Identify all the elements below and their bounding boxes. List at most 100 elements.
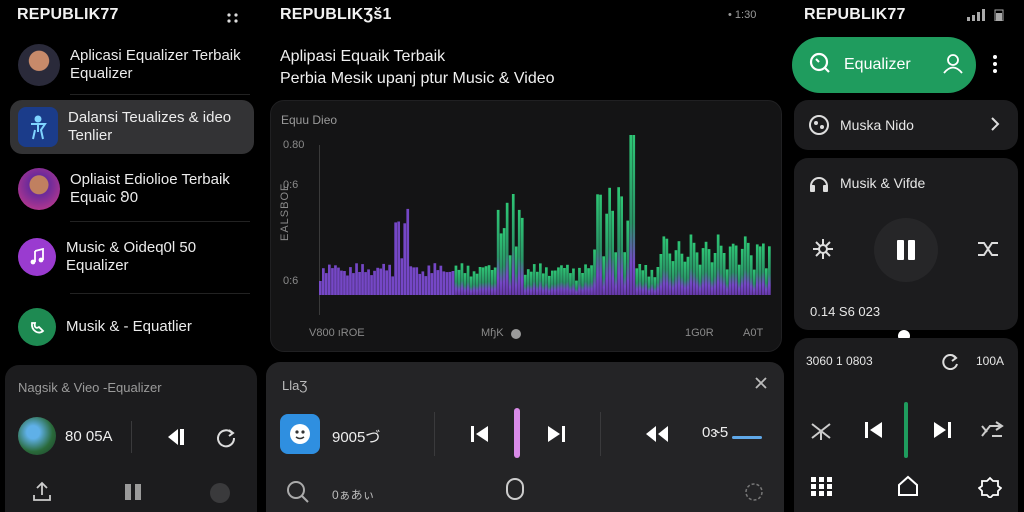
list-item[interactable]: Music & Oideq0l 50 Equalizer <box>10 230 254 284</box>
waveform-bar <box>560 265 563 295</box>
list-item[interactable]: Opliaist Ediolioe Terbaik Equaic 𐐂0 <box>10 162 254 216</box>
equalizer-icon <box>808 114 830 141</box>
waveform-bar <box>617 187 620 295</box>
waveform-bar <box>526 269 530 295</box>
item-title: Aplicasi Equalizer Terbaik <box>70 47 241 64</box>
waveform-bar <box>596 194 599 295</box>
apps-grid-icon[interactable] <box>810 476 834 503</box>
refresh-icon[interactable] <box>215 427 237 454</box>
list-item[interactable]: Musik & - Equatlier <box>10 300 254 354</box>
search-label: 0ぁあぃ <box>332 488 375 502</box>
pause-button[interactable] <box>874 218 938 282</box>
waveform-bar <box>572 268 575 295</box>
pause-icon[interactable] <box>123 482 143 507</box>
volume-indicator[interactable] <box>904 402 908 458</box>
shuffle-icon[interactable] <box>976 238 1000 265</box>
waveform-bar <box>626 220 630 295</box>
waveform-bar <box>635 268 639 295</box>
waveform-bar <box>472 271 476 295</box>
waveform-bar <box>704 241 708 295</box>
waveform-bar <box>358 272 361 295</box>
repeat-icon[interactable] <box>980 420 1004 447</box>
waveform-bar <box>424 276 428 295</box>
x-label: 1G0R <box>685 327 714 339</box>
waveform-bar <box>731 243 735 295</box>
previous-icon[interactable] <box>165 427 189 452</box>
waveform-bar <box>551 270 554 295</box>
menu-grid-icon[interactable] <box>226 10 240 23</box>
waveform-bar <box>653 277 657 295</box>
waveform-bar <box>692 242 696 295</box>
crossfade-icon[interactable] <box>810 420 832 447</box>
page-subtitle: Perbia Mesik upanj ptur Music & Video <box>280 70 555 87</box>
waveform-bar <box>548 275 551 295</box>
skip-previous-icon[interactable] <box>864 420 884 445</box>
track-title: Musik & Vifde <box>840 175 926 191</box>
record-icon[interactable] <box>210 483 230 503</box>
equalizer-button[interactable]: Equalizer <box>792 37 976 93</box>
play-indicator[interactable] <box>514 408 520 458</box>
item-subtitle: Equalizer <box>66 257 129 274</box>
waveform-bar <box>388 264 391 295</box>
list-item[interactable]: Dalansi Teualizes & ideo Tenlier <box>10 100 254 154</box>
waveform-bar <box>752 269 756 295</box>
replay-icon[interactable] <box>940 352 960 375</box>
waveform-bar <box>517 209 521 295</box>
waveform-bar <box>632 135 636 295</box>
user-icon <box>941 52 963 79</box>
waveform-bar <box>529 271 533 295</box>
waveform-bar <box>364 272 367 295</box>
waveform-bar <box>484 266 488 295</box>
waveform-bar <box>415 267 419 295</box>
waveform-bar <box>346 275 349 295</box>
search-icon[interactable] <box>286 480 310 509</box>
waveform-bar <box>629 135 633 295</box>
waveform-bar <box>352 273 355 295</box>
waveform-bar <box>457 269 461 295</box>
waveform-bar <box>496 209 500 295</box>
waveform-bar <box>511 194 515 295</box>
waveform-bar <box>554 270 557 295</box>
settings-icon[interactable] <box>977 476 1003 503</box>
more-vert-icon[interactable] <box>992 54 998 79</box>
waveform-bar <box>349 267 352 295</box>
waveform-bar <box>566 264 569 295</box>
list-item[interactable]: Aplicasi Equalizer Terbaik Equalizer <box>10 38 254 92</box>
skip-next-icon[interactable] <box>932 420 952 445</box>
home-icon[interactable] <box>896 474 920 503</box>
waveform-bar <box>361 264 364 295</box>
waveform-bar <box>614 252 617 295</box>
figure-app-icon <box>18 107 58 147</box>
rewind-icon[interactable] <box>644 424 670 449</box>
waveform-bar <box>677 241 681 295</box>
waveform-bar <box>385 270 388 295</box>
waveform-bar <box>433 263 437 295</box>
close-icon[interactable] <box>754 376 768 395</box>
progress-bar[interactable] <box>732 436 762 439</box>
waveform-bar <box>505 202 509 295</box>
waveform-bar <box>334 265 337 295</box>
waveform-bar <box>768 246 771 295</box>
player-title: LlaƷ <box>282 378 308 393</box>
waveform-bar <box>514 246 518 295</box>
waveform-bar <box>539 263 542 295</box>
home-indicator-icon[interactable] <box>506 478 524 500</box>
waveform-bar <box>719 245 723 295</box>
waveform-bar <box>394 222 397 295</box>
waveform-bar <box>418 273 422 295</box>
share-icon[interactable] <box>31 480 53 507</box>
skip-previous-icon[interactable] <box>470 424 490 449</box>
waveform-bar <box>490 270 494 295</box>
waveform-bar <box>520 217 524 295</box>
nav-row[interactable]: Muska Nido <box>794 100 1018 150</box>
waveform-bar <box>644 265 648 295</box>
skip-next-icon[interactable] <box>546 424 566 449</box>
sparkle-icon[interactable] <box>812 238 834 265</box>
waveform-bar <box>400 258 404 295</box>
waveform-bar <box>593 249 596 295</box>
waveform-bar <box>728 246 732 295</box>
settings-icon[interactable] <box>744 482 764 507</box>
waveform-bar <box>370 275 373 295</box>
mini-player-title: Nagsik & Vieo -Equalizer <box>18 380 162 395</box>
position-dot[interactable] <box>511 329 521 339</box>
